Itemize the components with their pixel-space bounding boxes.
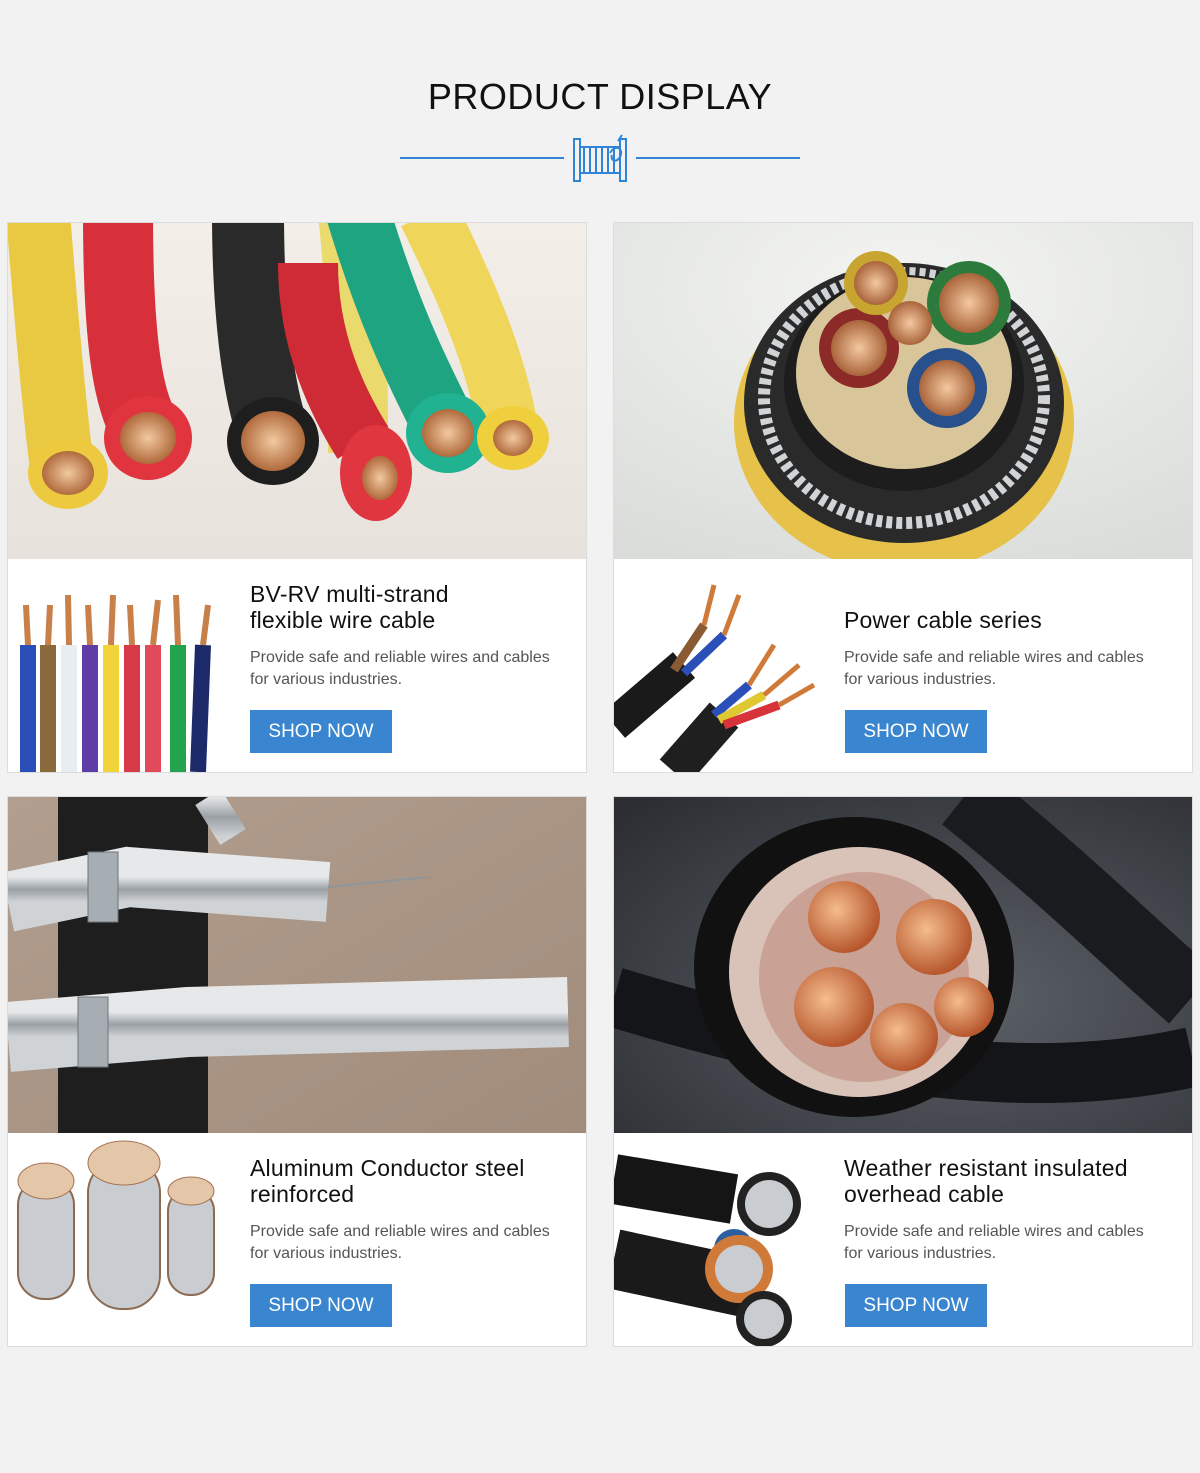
divider-line-left	[400, 157, 564, 159]
product-title-line2: overhead cable	[844, 1181, 1005, 1207]
product-card-bv-rv[interactable]: BV-RV multi-strand flexible wire cable P…	[7, 222, 587, 773]
product-title-line2: reinforced	[250, 1181, 355, 1207]
product-title-line2: flexible wire cable	[250, 607, 436, 633]
product-photo	[8, 797, 586, 1133]
product-title: Aluminum Conductor steel reinforced	[250, 1155, 570, 1207]
product-photo	[8, 223, 586, 559]
title-divider	[400, 133, 800, 185]
product-thumbnail	[8, 1139, 238, 1346]
page-title: PRODUCT DISPLAY	[427, 76, 773, 117]
product-card-weather-resistant[interactable]: Weather resistant insulated overhead cab…	[613, 796, 1193, 1347]
product-thumbnail	[614, 565, 844, 772]
product-title-line1: Aluminum Conductor steel	[250, 1155, 525, 1181]
product-title: Weather resistant insulated overhead cab…	[844, 1155, 1164, 1207]
product-title: Power cable series	[844, 607, 1164, 633]
product-description: Provide safe and reliable wires and cabl…	[250, 1223, 550, 1262]
shop-now-button[interactable]: SHOP NOW	[845, 710, 987, 753]
product-description: Provide safe and reliable wires and cabl…	[844, 649, 1144, 688]
product-description: Provide safe and reliable wires and cabl…	[250, 649, 550, 688]
product-photo	[614, 223, 1192, 559]
cable-reel-icon	[573, 134, 627, 182]
shop-now-button[interactable]: SHOP NOW	[845, 1284, 987, 1327]
product-title-line1: BV-RV multi-strand	[250, 581, 449, 607]
product-title: BV-RV multi-strand flexible wire cable	[250, 581, 570, 633]
product-card-power-cable[interactable]: Power cable series Provide safe and reli…	[613, 222, 1193, 773]
product-thumbnail	[614, 1139, 844, 1346]
divider-line-right	[636, 157, 800, 159]
shop-now-button[interactable]: SHOP NOW	[250, 1284, 392, 1327]
product-title-line1: Weather resistant insulated	[844, 1155, 1128, 1181]
product-description: Provide safe and reliable wires and cabl…	[844, 1223, 1144, 1262]
shop-now-button[interactable]: SHOP NOW	[250, 710, 392, 753]
product-thumbnail	[8, 565, 238, 772]
product-card-aluminum-conductor[interactable]: Aluminum Conductor steel reinforced Prov…	[7, 796, 587, 1347]
product-photo	[614, 797, 1192, 1133]
product-title-line1: Power cable series	[844, 607, 1042, 633]
